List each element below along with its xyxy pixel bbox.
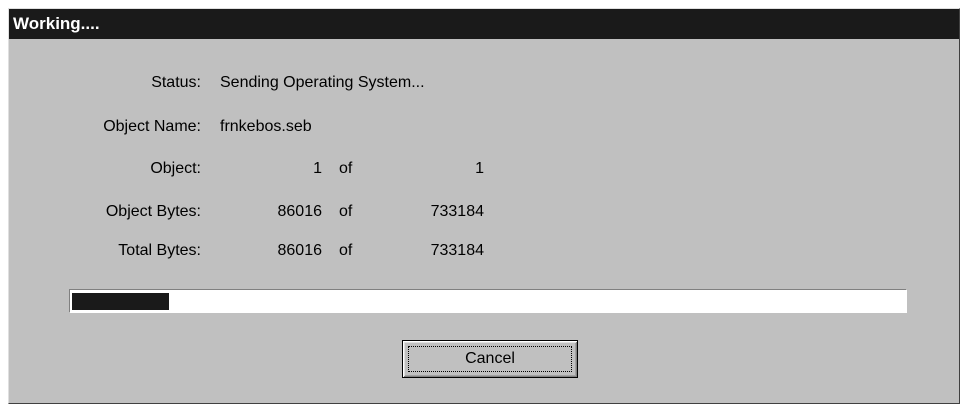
object-bytes-total: 733184 [430,203,484,220]
object-of: of [339,160,353,177]
status-label: Status: [151,74,201,91]
object-name-label: Object Name: [103,118,201,135]
status-value: Sending Operating System... [220,74,425,91]
object-label: Object: [150,160,201,177]
total-bytes-label: Total Bytes: [118,242,201,259]
total-bytes-total: 733184 [430,242,484,259]
cancel-button[interactable]: Cancel [402,340,578,378]
cancel-button-label: Cancel [408,346,572,372]
object-bytes-of: of [339,203,353,220]
object-current: 1 [313,160,322,177]
progress-bar-fill [72,293,169,310]
object-bytes-current: 86016 [277,203,323,220]
progress-bar [69,289,907,313]
window-title: Working.... [13,14,100,33]
progress-dialog: Working.... Status: Sending Operating Sy… [8,8,960,404]
object-name-value: frnkebos.seb [220,118,312,135]
total-bytes-of: of [339,242,353,259]
total-bytes-current: 86016 [277,242,323,259]
title-bar[interactable]: Working.... [9,9,959,39]
object-total: 1 [475,160,484,177]
object-bytes-label: Object Bytes: [105,203,201,220]
